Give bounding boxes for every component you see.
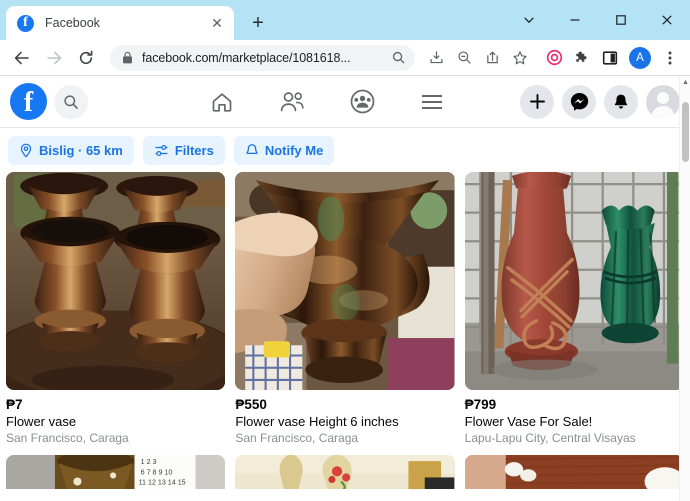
- listing-location: San Francisco, Caraga: [235, 431, 359, 445]
- location-chip-label: Bislig · 65 km: [39, 142, 123, 158]
- location-pin-icon: [20, 143, 32, 158]
- listing-price: ₱799: [464, 397, 497, 412]
- window-controls: [506, 0, 690, 40]
- listing-image[interactable]: 1 2 3 6 7 8 9 10 11 12 13 14 15: [6, 455, 226, 489]
- download-icon[interactable]: [423, 45, 449, 71]
- sliders-icon: [155, 144, 168, 156]
- browser-toolbar: facebook.com/marketplace/1081618... A: [0, 40, 690, 76]
- page-scrollbar[interactable]: ▲: [679, 76, 690, 501]
- listing-title: Flower Vase For Sale!: [464, 414, 593, 429]
- svg-text:6 7 8 9 10: 6 7 8 9 10: [141, 468, 173, 476]
- nav-tab-home[interactable]: [205, 85, 239, 119]
- friends-icon: [280, 91, 304, 111]
- create-button[interactable]: [520, 84, 554, 119]
- facebook-navbar: [0, 76, 690, 128]
- facebook-favicon: f: [17, 14, 34, 32]
- maximize-window-icon[interactable]: [598, 0, 644, 40]
- bell-icon: [246, 143, 258, 154]
- marketplace-filter-chips: Bislig · 65 km Filters Notify Me: [0, 128, 690, 172]
- listing-card[interactable]: ₱550 Flower vase Height 6 inches San Fra…: [235, 172, 455, 445]
- url-text: facebook.com/marketplace/1081618...: [142, 50, 351, 65]
- filters-chip[interactable]: Filters: [142, 135, 225, 165]
- back-arrow-icon[interactable]: [8, 44, 36, 72]
- listing-title: Flower vase Height 6 inches: [235, 414, 399, 429]
- svg-text:11 12 13 14 15: 11 12 13 14 15: [139, 479, 186, 487]
- listing-location: San Francisco, Caraga: [6, 431, 129, 445]
- filters-chip-label: Filters: [174, 142, 214, 158]
- messenger-icon: [570, 92, 588, 111]
- groups-icon: [350, 89, 374, 114]
- scroll-up-arrow-icon[interactable]: ▲: [680, 76, 690, 88]
- record-circle-icon[interactable]: [541, 45, 567, 71]
- close-tab-icon[interactable]: ✕: [208, 14, 226, 32]
- location-chip[interactable]: Bislig · 65 km: [8, 135, 134, 165]
- facebook-search-button[interactable]: [54, 84, 88, 119]
- close-window-icon[interactable]: [644, 0, 690, 40]
- search-icon: [64, 94, 78, 109]
- address-bar[interactable]: facebook.com/marketplace/1081618...: [110, 44, 415, 71]
- reload-icon[interactable]: [72, 44, 100, 72]
- page-content: Bislig · 65 km Filters Notify Me: [0, 76, 690, 501]
- listing-price: ₱550: [235, 397, 267, 412]
- new-tab-button[interactable]: +: [244, 9, 272, 37]
- listing-card[interactable]: ₱7 Flower vase San Francisco, Caraga: [6, 172, 226, 445]
- listing-image[interactable]: [235, 455, 455, 489]
- browser-tab-facebook[interactable]: f Facebook ✕: [6, 6, 234, 40]
- scrollbar-thumb[interactable]: [682, 102, 689, 162]
- account-avatar[interactable]: [646, 84, 680, 119]
- extensions-puzzle-icon[interactable]: [569, 45, 595, 71]
- home-icon: [212, 92, 232, 112]
- zoom-out-icon[interactable]: [451, 45, 477, 71]
- facebook-nav-actions: [520, 84, 680, 119]
- hamburger-menu-icon: [422, 94, 442, 109]
- tab-title: Facebook: [45, 16, 100, 30]
- listing-card[interactable]: ₱799 Flower Vase For Sale! Lapu-Lapu Cit…: [464, 172, 684, 445]
- listing-image[interactable]: [6, 172, 226, 390]
- secure-lock-icon: [123, 51, 132, 64]
- listing-location: Lapu-Lapu City, Central Visayas: [464, 431, 636, 445]
- listing-title: Flower vase: [6, 414, 77, 429]
- minimize-window-icon[interactable]: [552, 0, 598, 40]
- forward-arrow-icon: [40, 44, 68, 72]
- marketplace-listing-grid: ₱7 Flower vase San Francisco, Caraga ₱55…: [0, 172, 690, 501]
- nav-tab-groups[interactable]: [345, 85, 379, 119]
- nav-tab-menu[interactable]: [415, 85, 449, 119]
- listing-image[interactable]: [235, 172, 455, 390]
- listing-price: ₱7: [6, 397, 23, 412]
- listing-image[interactable]: [464, 455, 684, 489]
- browser-titlebar: f Facebook ✕ +: [0, 0, 690, 40]
- share-icon[interactable]: [479, 45, 505, 71]
- listing-image[interactable]: [464, 172, 684, 390]
- facebook-nav-tabs: [205, 85, 449, 119]
- bell-icon: [614, 94, 628, 108]
- tab-search-chevron-down-icon[interactable]: [506, 0, 552, 40]
- browser-menu-icon[interactable]: [657, 45, 683, 71]
- omnibox-search-icon: [392, 51, 405, 64]
- side-panel-icon[interactable]: [597, 45, 623, 71]
- plus-icon: [529, 94, 545, 109]
- browser-profile-avatar[interactable]: A: [629, 46, 651, 69]
- notify-me-chip[interactable]: Notify Me: [233, 135, 335, 165]
- browser-window: f Facebook ✕ + facebook.com/marketplace/…: [0, 0, 690, 501]
- nav-tab-friends[interactable]: [275, 85, 309, 119]
- facebook-logo-icon[interactable]: [10, 83, 47, 120]
- svg-text:1 2 3: 1 2 3: [141, 458, 157, 466]
- notifications-button[interactable]: [604, 84, 638, 119]
- notify-me-chip-label: Notify Me: [264, 142, 324, 158]
- messenger-button[interactable]: [562, 84, 596, 119]
- bookmark-star-icon[interactable]: [507, 45, 533, 71]
